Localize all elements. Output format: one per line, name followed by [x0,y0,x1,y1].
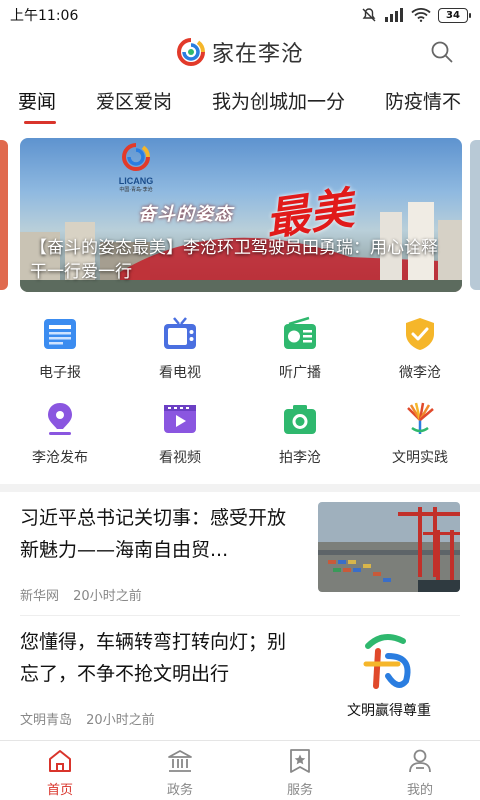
grid-label: 文明实践 [392,450,448,466]
nav-label: 服务 [286,783,313,798]
emblem-caption: 文明赢得尊重 [347,703,431,716]
video-icon [160,399,200,439]
user-icon [409,749,431,773]
mute-icon [362,8,376,22]
app-header: 家在李沧 [0,30,480,74]
grid-item-watch-tv[interactable]: 看电视 [120,314,240,394]
tab-civic-city[interactable]: 我为创城加一分 [194,74,345,130]
nav-mine[interactable]: 我的 [360,741,480,800]
newspaper-icon [40,314,80,354]
nav-government[interactable]: 政务 [120,741,240,800]
signal-icon [385,8,403,22]
news-thumbnail: 文明赢得尊重 [318,626,460,716]
nav-label: 我的 [406,783,433,798]
grid-item-wei-licang[interactable]: 微李沧 [360,314,480,394]
battery-icon: 34 [438,7,471,23]
app-logo: 家在李沧 [176,36,304,68]
shield-check-icon [400,314,440,354]
news-item[interactable]: 您懂得，车辆转弯打转向灯；别忘了，不争不抢文明出行 文明青岛 20小时之前 文明… [0,616,480,740]
news-meta: 文明青岛 20小时之前 [20,709,165,728]
news-time: 20小时之前 [86,713,155,728]
grid-item-radio[interactable]: 听广播 [240,314,360,394]
banner-logo-text: LICANG [118,176,154,186]
banner-logo: LICANG 中国·青岛·李沧 [112,142,160,193]
banner-slide[interactable]: LICANG 中国·青岛·李沧 奋斗的姿态 最美 【奋斗的姿态最美】李沧环卫驾驶… [20,138,462,292]
grid-label: 微李沧 [399,365,441,381]
news-title: 习近平总书记关切事：感受开放新魅力——海南自由贸... [20,507,287,561]
tab-love-district[interactable]: 爱区爱岗 [78,74,172,130]
wifi-icon [411,8,431,22]
bottom-nav: 首页 政务 服务 我的 [0,740,480,800]
banner-next-peek[interactable] [470,140,480,290]
tab-epidemic[interactable]: 防疫情不 [367,74,461,130]
banner-logo-sub: 中国·青岛·李沧 [119,187,153,193]
service-star-icon [290,749,310,773]
category-tabs: 要闻 爱区爱岗 我为创城加一分 防疫情不 [0,74,480,130]
news-item[interactable]: 习近平总书记关切事：感受开放新魅力——海南自由贸... 新华网 20小时之前 [0,492,480,616]
grid-label: 拍李沧 [279,450,321,466]
news-title: 您懂得，车辆转弯打转向灯；别忘了，不争不抢文明出行 [20,631,287,685]
grid-item-watch-video[interactable]: 看视频 [120,399,240,479]
grid-label: 电子报 [39,365,81,381]
status-icons: 34 [361,7,471,23]
grid-item-civilization-practice[interactable]: 文明实践 [360,399,480,479]
status-bar: 上午11:06 34 [0,0,480,30]
nav-home[interactable]: 首页 [0,741,120,800]
nav-label: 政务 [166,783,193,798]
news-source: 新华网 [20,589,60,604]
nav-label: 首页 [46,783,73,798]
grid-item-licang-release[interactable]: 李沧发布 [0,399,120,479]
government-icon [168,750,192,772]
banner-prev-peek[interactable] [0,140,8,290]
civilization-emblem-image [363,634,411,689]
grid-label: 看电视 [159,365,201,381]
nav-service[interactable]: 服务 [240,741,360,800]
civilization-logo-icon [400,399,440,439]
banner-slogan: 奋斗的姿态 [138,204,233,225]
camera-icon [280,399,320,439]
licang-logo-icon [177,38,205,66]
grid-label: 听广播 [279,365,321,381]
app-title: 家在李沧 [211,42,304,67]
grid-label: 李沧发布 [32,450,88,466]
search-icon[interactable] [430,40,454,64]
grid-item-e-paper[interactable]: 电子报 [0,314,120,394]
tab-headlines[interactable]: 要闻 [0,74,57,130]
news-source: 文明青岛 [20,713,73,728]
battery-level: 34 [446,9,460,21]
news-meta: 新华网 20小时之前 [20,585,152,604]
licang-banner-logo-icon [122,143,150,171]
pen-nib-icon [40,399,80,439]
port-cranes-image [318,502,460,592]
banner-caption: 【奋斗的姿态最美】李沧环卫驾驶员田勇瑞：用心诠释干一行爱一行 [30,238,438,282]
banner-carousel: LICANG 中国·青岛·李沧 奋斗的姿态 最美 【奋斗的姿态最美】李沧环卫驾驶… [0,130,480,300]
tv-icon [160,314,200,354]
news-list: 习近平总书记关切事：感受开放新魅力——海南自由贸... 新华网 20小时之前 您 [0,492,480,740]
feature-grid: 电子报 看电视 听广播 微李沧 李沧发布 看视频 拍李沧 文明实践 [0,300,480,484]
grid-label: 看视频 [159,450,201,466]
status-time: 上午11:06 [10,8,79,24]
news-thumbnail [318,502,460,592]
grid-item-shoot-licang[interactable]: 拍李沧 [240,399,360,479]
home-icon [49,750,71,772]
news-time: 20小时之前 [73,589,142,604]
radio-icon [280,314,320,354]
